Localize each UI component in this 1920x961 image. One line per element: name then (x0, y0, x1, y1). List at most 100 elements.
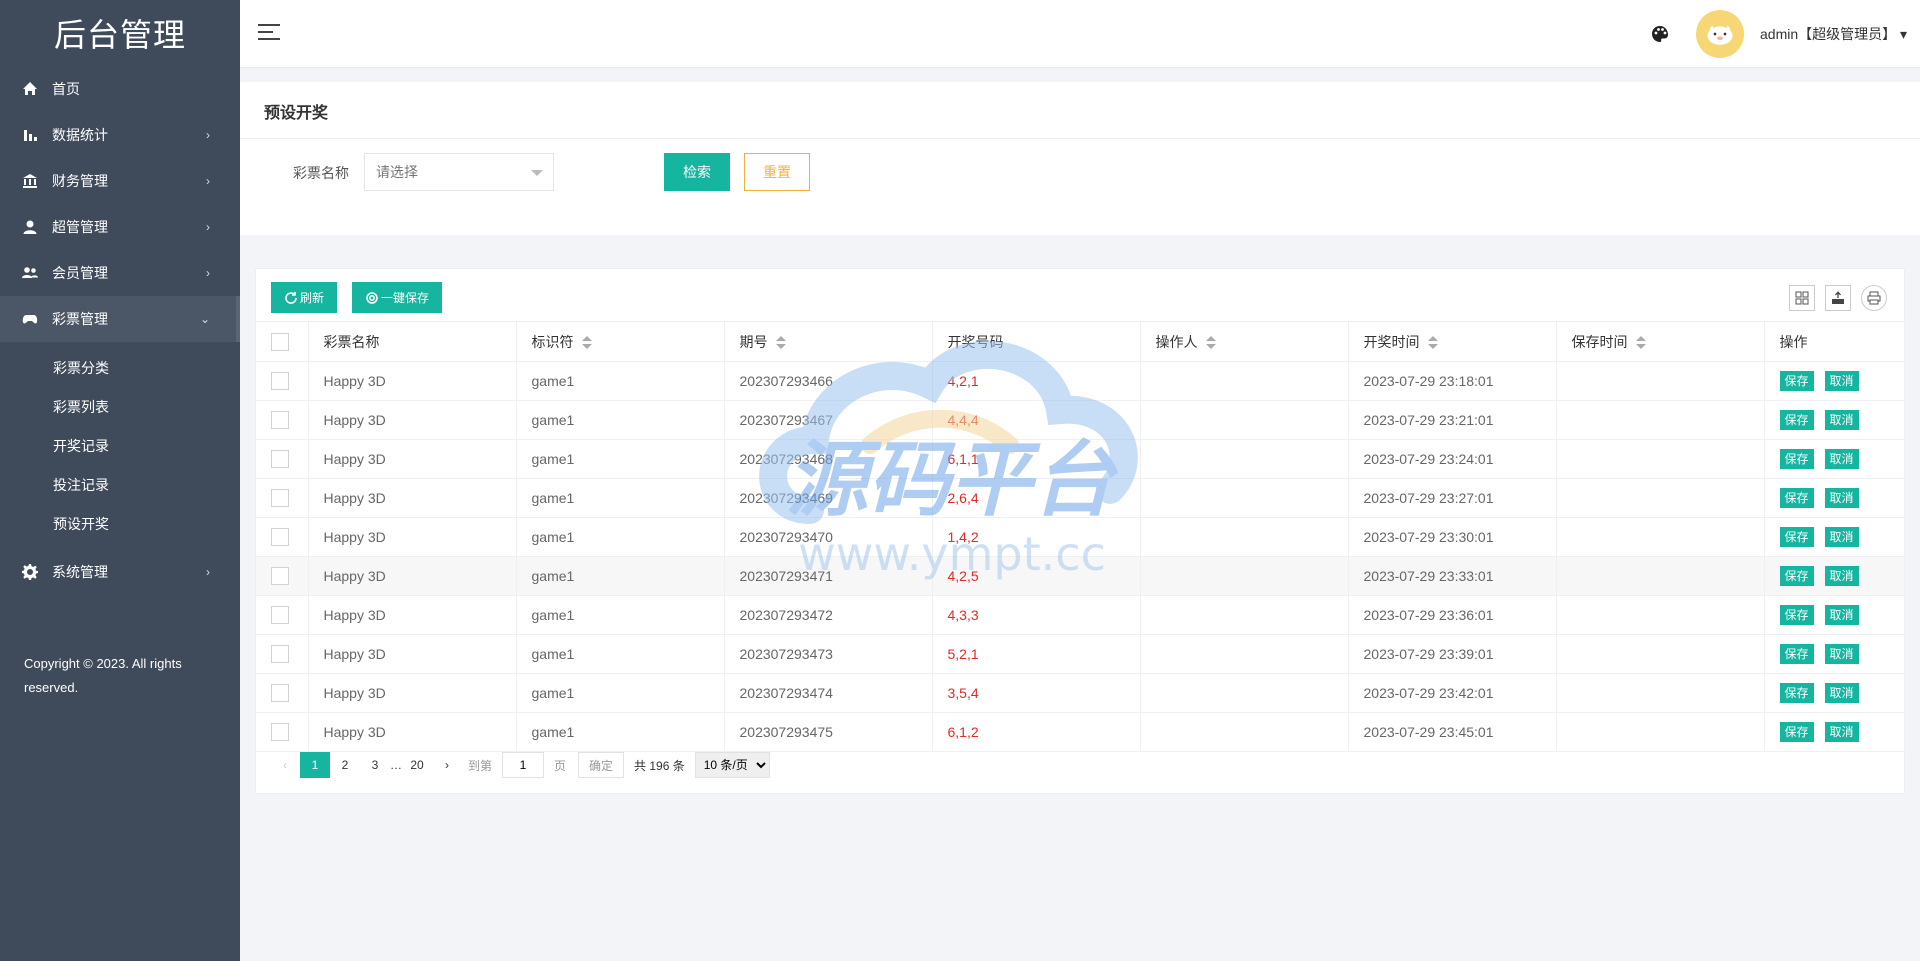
cell-save-time (1556, 556, 1765, 596)
palette-icon[interactable] (1650, 24, 1670, 44)
page-3[interactable]: 3 (360, 752, 390, 778)
row-cancel-button[interactable]: 取消 (1824, 449, 1859, 469)
row-checkbox[interactable] (271, 372, 289, 391)
submenu-item-draw-records[interactable]: 开奖记录 (0, 426, 240, 465)
page-last[interactable]: 20 (402, 752, 432, 778)
col-operator[interactable]: 操作人 (1140, 321, 1349, 362)
row-checkbox[interactable] (271, 645, 289, 664)
col-code[interactable]: 标识符 (516, 321, 725, 362)
col-draw-time-label: 开奖时间 (1363, 333, 1420, 350)
submenu-item-category[interactable]: 彩票分类 (0, 348, 240, 387)
cell-lottery-name: Happy 3D (308, 400, 517, 440)
row-checkbox[interactable] (271, 606, 289, 625)
cell-save-time (1556, 361, 1765, 401)
row-checkbox[interactable] (271, 450, 289, 469)
col-save-time[interactable]: 保存时间 (1556, 321, 1765, 362)
sort-icon[interactable] (1635, 335, 1646, 350)
select-all-checkbox[interactable] (271, 332, 289, 351)
row-cancel-button[interactable]: 取消 (1824, 410, 1859, 430)
goto-page-input[interactable] (502, 752, 545, 778)
chevron-down-icon: ⌄ (199, 312, 210, 326)
row-checkbox[interactable] (271, 567, 289, 586)
sidebar-item-members[interactable]: 会员管理 › (0, 250, 240, 296)
home-icon (22, 81, 38, 97)
reset-button[interactable]: 重置 (744, 153, 810, 191)
row-save-button[interactable]: 保存 (1779, 683, 1814, 703)
lottery-name-select[interactable]: 请选择 (364, 153, 554, 191)
row-select-cell (256, 634, 309, 674)
row-checkbox[interactable] (271, 411, 289, 430)
submenu-item-preset-draw[interactable]: 预设开奖 (0, 504, 240, 543)
row-save-button[interactable]: 保存 (1779, 410, 1814, 430)
row-cancel-button[interactable]: 取消 (1824, 644, 1859, 664)
cell-lottery-name: Happy 3D (308, 556, 517, 596)
refresh-button[interactable]: 刷新 (271, 282, 337, 313)
submenu-item-list[interactable]: 彩票列表 (0, 387, 240, 426)
cell-actions: 保存 取消 (1764, 556, 1905, 596)
row-cancel-button[interactable]: 取消 (1824, 683, 1859, 703)
row-checkbox[interactable] (271, 723, 289, 742)
row-cancel-button[interactable]: 取消 (1824, 371, 1859, 391)
cell-draw-time: 2023-07-29 23:21:01 (1348, 400, 1557, 440)
avatar[interactable] (1696, 10, 1744, 58)
sidebar-item-system[interactable]: 系统管理 › (0, 549, 240, 595)
sidebar-item-admins[interactable]: 超管管理 › (0, 204, 240, 250)
menu-toggle-icon[interactable] (258, 24, 280, 42)
sort-icon[interactable] (1427, 335, 1438, 350)
search-button[interactable]: 检索 (664, 153, 730, 191)
columns-filter-icon[interactable] (1789, 285, 1815, 311)
next-page-icon[interactable]: › (432, 752, 462, 778)
row-cancel-button[interactable]: 取消 (1824, 722, 1859, 742)
user-menu[interactable]: admin【超级管理员】 ▾ (1760, 24, 1907, 44)
row-cancel-button[interactable]: 取消 (1824, 527, 1859, 547)
page-2[interactable]: 2 (330, 752, 360, 778)
col-issue[interactable]: 期号 (724, 321, 933, 362)
row-save-button[interactable]: 保存 (1779, 605, 1814, 625)
row-checkbox[interactable] (271, 684, 289, 703)
row-save-button[interactable]: 保存 (1779, 566, 1814, 586)
save-all-button[interactable]: 一键保存 (352, 282, 442, 313)
row-save-button[interactable]: 保存 (1779, 371, 1814, 391)
sort-icon[interactable] (1205, 335, 1216, 350)
page-1[interactable]: 1 (300, 752, 330, 778)
cell-actions: 保存 取消 (1764, 400, 1905, 440)
sidebar-item-stats[interactable]: 数据统计 › (0, 112, 240, 158)
col-actions: 操作 (1764, 321, 1905, 362)
cell-code: game1 (516, 595, 725, 635)
print-icon[interactable] (1861, 285, 1887, 311)
cell-actions: 保存 取消 (1764, 478, 1905, 518)
sidebar-item-lottery[interactable]: 彩票管理 ⌄ (0, 296, 240, 342)
cell-numbers: 5,2,1 (932, 634, 1141, 674)
col-draw-time[interactable]: 开奖时间 (1348, 321, 1557, 362)
cell-actions: 保存 取消 (1764, 673, 1905, 713)
row-save-button[interactable]: 保存 (1779, 527, 1814, 547)
sidebar-menu-bottom: 系统管理 › (0, 549, 240, 595)
cell-issue: 202307293470 (724, 517, 933, 557)
sidebar-item-home[interactable]: 首页 (0, 66, 240, 112)
cell-code: game1 (516, 712, 725, 752)
cell-numbers: 4,2,5 (932, 556, 1141, 596)
row-save-button[interactable]: 保存 (1779, 644, 1814, 664)
row-save-button[interactable]: 保存 (1779, 449, 1814, 469)
data-table: 彩票名称 标识符 期号 开奖号码 操作人 开奖时间 保存时间 操作 Happy … (256, 321, 1905, 752)
row-cancel-button[interactable]: 取消 (1824, 488, 1859, 508)
page-size-select[interactable]: 10 条/页 (694, 752, 770, 778)
col-operator-label: 操作人 (1155, 333, 1198, 350)
goto-confirm-button[interactable]: 确定 (578, 752, 625, 778)
row-checkbox[interactable] (271, 528, 289, 547)
row-checkbox[interactable] (271, 489, 289, 508)
sort-icon[interactable] (775, 335, 786, 350)
row-cancel-button[interactable]: 取消 (1824, 605, 1859, 625)
sort-icon[interactable] (581, 335, 592, 350)
prev-page-icon[interactable]: ‹ (270, 752, 300, 778)
submenu-item-bet-records[interactable]: 投注记录 (0, 465, 240, 504)
row-save-button[interactable]: 保存 (1779, 722, 1814, 742)
row-save-button[interactable]: 保存 (1779, 488, 1814, 508)
cell-issue: 202307293468 (724, 439, 933, 479)
cell-issue: 202307293469 (724, 478, 933, 518)
sidebar-item-finance[interactable]: 财务管理 › (0, 158, 240, 204)
row-cancel-button[interactable]: 取消 (1824, 566, 1859, 586)
export-icon[interactable] (1825, 285, 1851, 311)
cell-operator (1140, 439, 1349, 479)
table-row: Happy 3D game1 202307293470 1,4,2 2023-07-29… (256, 517, 1905, 557)
